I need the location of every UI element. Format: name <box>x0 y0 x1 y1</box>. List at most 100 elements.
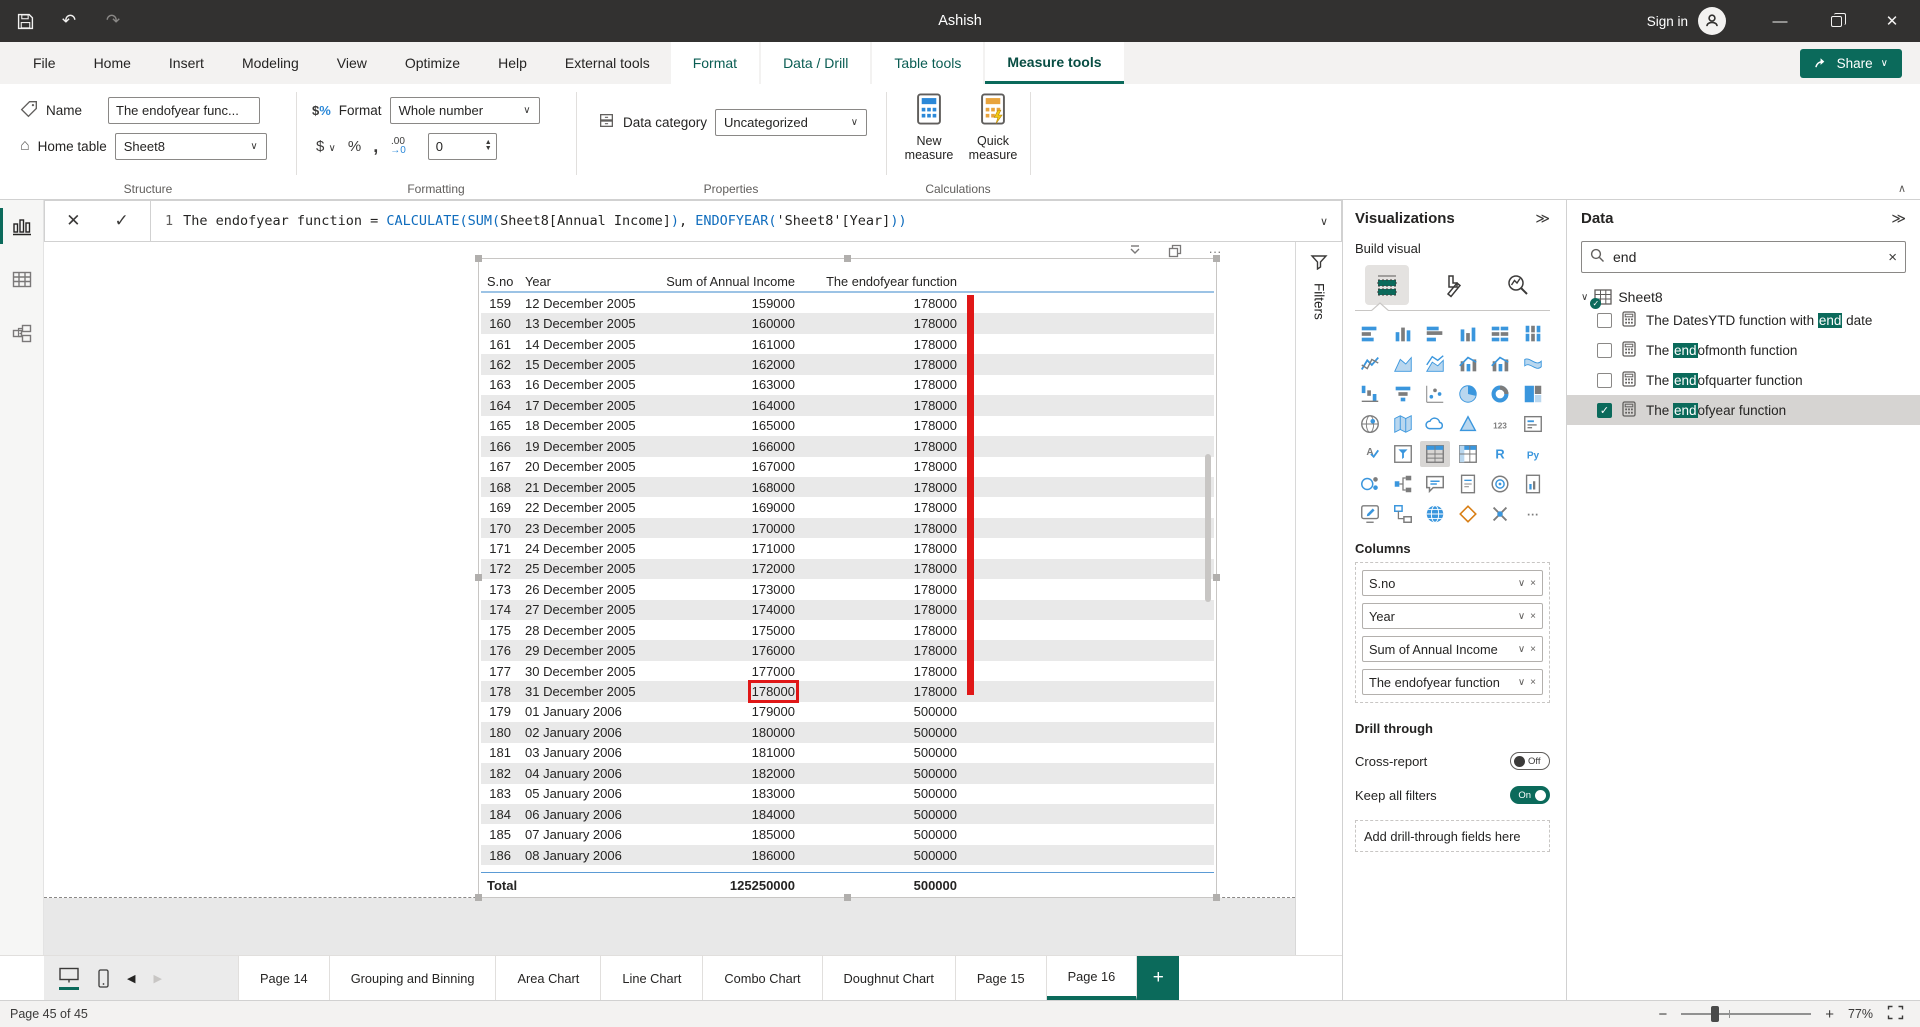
new-page-button[interactable]: + <box>1137 956 1179 1000</box>
page-tab-doughnut-chart[interactable]: Doughnut Chart <box>823 956 956 1000</box>
table-row[interactable]: 16922 December 2005169000178000 <box>481 497 1214 517</box>
resize-handle[interactable] <box>844 894 851 901</box>
map-icon[interactable] <box>1355 411 1385 437</box>
keep-all-filters-toggle[interactable]: On <box>1510 786 1550 804</box>
tab-build-visual[interactable] <box>1365 265 1409 305</box>
kpi-icon[interactable]: A <box>1355 441 1385 467</box>
decimal-value-field[interactable]: ▲▼ <box>428 133 497 160</box>
menu-view[interactable]: View <box>318 42 386 84</box>
treemap-icon[interactable] <box>1518 381 1548 407</box>
table-row[interactable]: 15912 December 2005159000178000 <box>481 293 1214 313</box>
menu-modeling[interactable]: Modeling <box>223 42 318 84</box>
table-row[interactable]: 18507 January 2006185000500000 <box>481 824 1214 844</box>
line-chart-icon[interactable] <box>1355 351 1385 377</box>
minimize-button[interactable]: — <box>1752 0 1808 42</box>
menu-insert[interactable]: Insert <box>150 42 223 84</box>
table-scrollbar-thumb[interactable] <box>1205 454 1211 602</box>
card-icon[interactable]: 123 <box>1485 411 1515 437</box>
stacked-area-chart-icon[interactable] <box>1420 351 1450 377</box>
account-avatar[interactable] <box>1698 7 1726 35</box>
new-measure-button[interactable]: New measure <box>900 92 958 176</box>
remove-field-icon[interactable]: × <box>1530 677 1536 688</box>
cancel-formula-icon[interactable]: ✕ <box>66 211 80 231</box>
remove-field-icon[interactable]: × <box>1530 611 1536 622</box>
stacked-bar-chart-icon[interactable] <box>1355 321 1385 347</box>
percent-button[interactable]: % <box>348 138 361 155</box>
filters-pane-collapsed[interactable]: Filters <box>1295 242 1342 955</box>
previous-page-arrow[interactable]: ◀ <box>127 972 135 985</box>
menu-optimize[interactable]: Optimize <box>386 42 479 84</box>
menu-measure-tools[interactable]: Measure tools <box>985 42 1123 84</box>
resize-handle[interactable] <box>475 255 482 262</box>
table-row[interactable]: 16720 December 2005167000178000 <box>481 457 1214 477</box>
zoom-slider-thumb[interactable] <box>1711 1006 1719 1022</box>
spinner-icons[interactable]: ▲▼ <box>485 140 492 152</box>
page-tab-line-chart[interactable]: Line Chart <box>601 956 703 1000</box>
mobile-layout-button[interactable] <box>98 969 109 988</box>
field-checkbox[interactable] <box>1597 373 1612 388</box>
remove-field-icon[interactable]: × <box>1530 578 1536 589</box>
r-script-visual-icon[interactable]: R <box>1485 441 1515 467</box>
page-tab-page-14[interactable]: Page 14 <box>238 956 330 1000</box>
table-row[interactable]: 16013 December 2005160000178000 <box>481 313 1214 333</box>
metrics-icon[interactable] <box>1485 471 1515 497</box>
table-row[interactable]: 16316 December 2005163000178000 <box>481 375 1214 395</box>
close-button[interactable]: ✕ <box>1864 0 1920 42</box>
paginated-report-icon[interactable] <box>1518 471 1548 497</box>
table-visual-container[interactable]: S.no Year Sum of Annual Income The endof… <box>478 258 1217 898</box>
remove-field-icon[interactable]: × <box>1530 644 1536 655</box>
table-view-button[interactable] <box>8 266 36 294</box>
chevron-down-icon[interactable]: ∨ <box>1518 578 1525 589</box>
table-row[interactable]: 17528 December 2005175000178000 <box>481 620 1214 640</box>
clear-search-icon[interactable]: × <box>1888 249 1897 266</box>
table-row[interactable]: 16417 December 2005164000178000 <box>481 395 1214 415</box>
stacked-column-chart-icon[interactable] <box>1388 321 1418 347</box>
multi-row-card-icon[interactable] <box>1518 411 1548 437</box>
slicer-icon[interactable] <box>1388 441 1418 467</box>
collapse-pane-icon[interactable]: ≫ <box>1535 210 1550 227</box>
100-stacked-column-chart-icon[interactable] <box>1518 321 1548 347</box>
field-well-the-endofyear-function[interactable]: The endofyear function∨× <box>1362 669 1543 695</box>
zoom-slider[interactable] <box>1681 1013 1811 1015</box>
python-visual-icon[interactable]: Py <box>1518 441 1548 467</box>
menu-external-tools[interactable]: External tools <box>546 42 669 84</box>
column-header[interactable]: Sum of Annual Income <box>659 274 799 289</box>
resize-handle[interactable] <box>475 574 482 581</box>
ribbon-chart-icon[interactable] <box>1518 351 1548 377</box>
data-category-select[interactable]: Uncategorized ∨ <box>715 109 867 136</box>
table-row[interactable]: 17326 December 2005173000178000 <box>481 579 1214 599</box>
resize-handle[interactable] <box>1213 255 1220 262</box>
menu-data-drill[interactable]: Data / Drill <box>761 42 870 84</box>
table-row[interactable]: 17901 January 2006179000500000 <box>481 702 1214 722</box>
focus-mode-icon[interactable] <box>1166 244 1184 258</box>
chevron-down-icon[interactable]: ∨ <box>1518 611 1525 622</box>
page-tab-grouping-and-binning[interactable]: Grouping and Binning <box>330 956 497 1000</box>
resize-handle[interactable] <box>1213 894 1220 901</box>
thousands-separator-button[interactable]: , <box>373 136 378 157</box>
drill-down-icon[interactable] <box>1126 244 1144 258</box>
pie-chart-icon[interactable] <box>1453 381 1483 407</box>
clustered-column-chart-icon[interactable] <box>1453 321 1483 347</box>
clustered-bar-chart-icon[interactable] <box>1420 321 1450 347</box>
area-chart-icon[interactable] <box>1388 351 1418 377</box>
table-row[interactable]: 16821 December 2005168000178000 <box>481 477 1214 497</box>
chevron-down-icon[interactable]: ∨ <box>1518 677 1525 688</box>
commit-formula-icon[interactable]: ✓ <box>115 211 129 231</box>
line-and-clustered-column-chart-icon[interactable] <box>1485 351 1515 377</box>
undo-icon[interactable]: ↶ <box>60 12 78 30</box>
currency-button[interactable]: $ ∨ <box>316 138 336 155</box>
menu-home[interactable]: Home <box>75 42 150 84</box>
desktop-layout-button[interactable] <box>58 967 80 990</box>
field-checkbox[interactable]: ✓ <box>1597 403 1612 418</box>
field-well-year[interactable]: Year∨× <box>1362 603 1543 629</box>
table-row[interactable]: 18305 January 2006183000500000 <box>481 784 1214 804</box>
table-row[interactable]: 17730 December 2005177000178000 <box>481 661 1214 681</box>
table-row[interactable]: 17124 December 2005171000178000 <box>481 538 1214 558</box>
column-header[interactable]: S.no <box>481 274 519 289</box>
chevron-down-icon[interactable]: ∨ <box>1518 644 1525 655</box>
field-checkbox[interactable] <box>1597 313 1612 328</box>
table-row[interactable]: 18204 January 2006182000500000 <box>481 763 1214 783</box>
field-item-the-endofquarter-function[interactable]: The endofquarter function <box>1567 365 1920 395</box>
tab-format-visual[interactable] <box>1431 265 1475 305</box>
table-tree-item-sheet8[interactable]: ∨ ✓ Sheet8 <box>1581 289 1906 305</box>
